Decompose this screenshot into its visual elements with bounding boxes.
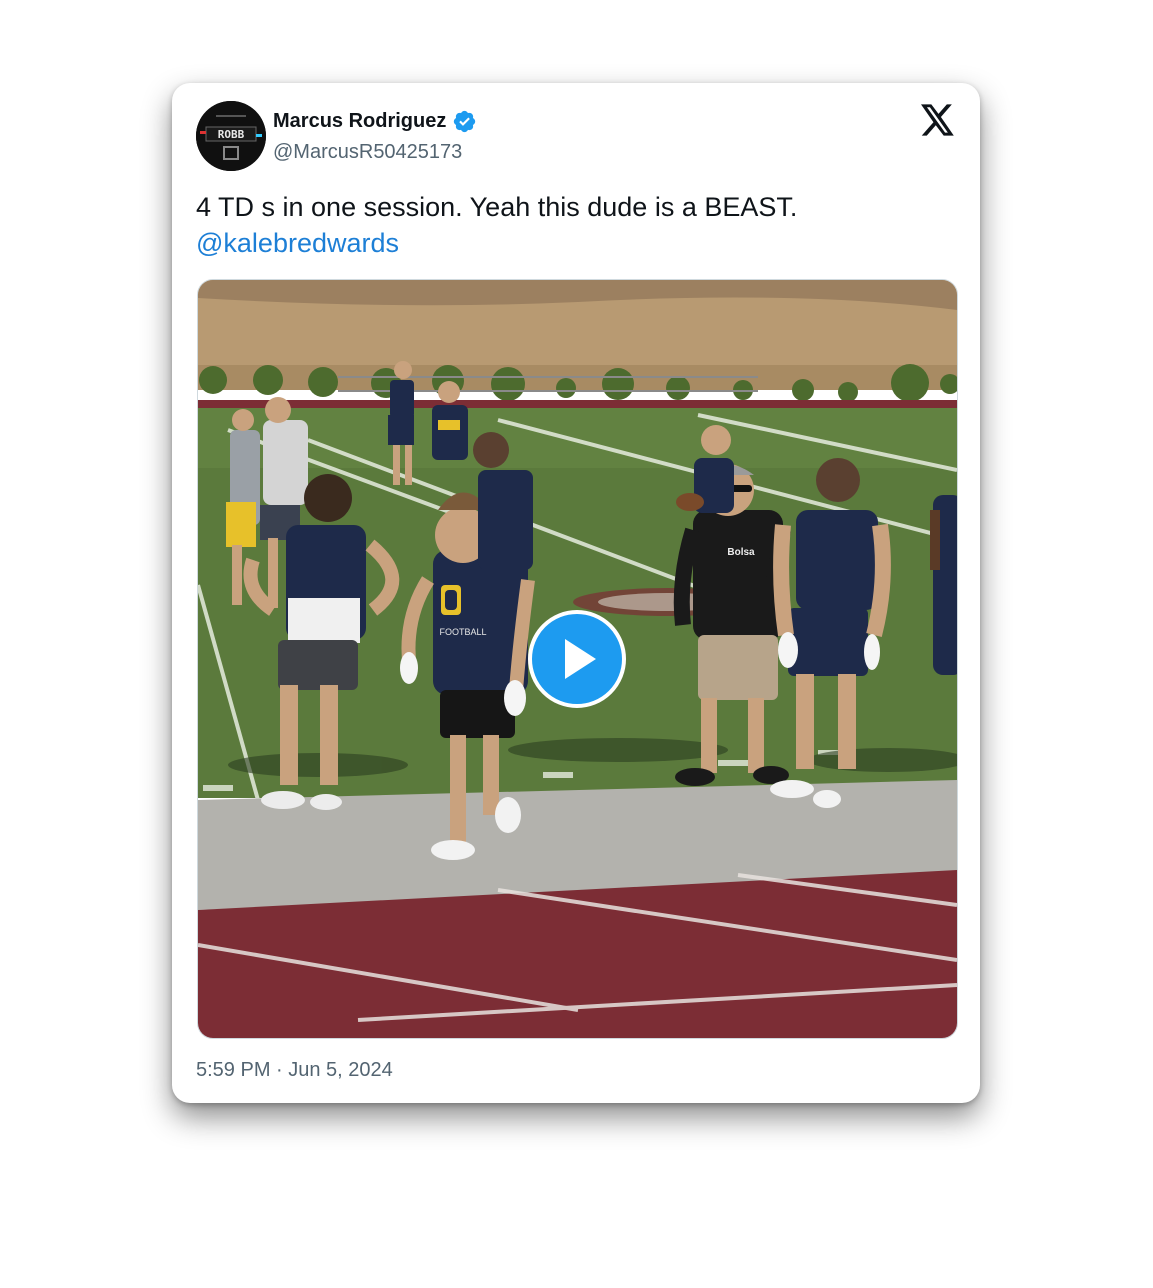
play-icon <box>565 639 596 679</box>
avatar-image: ROBB <box>196 101 266 171</box>
author-avatar[interactable]: ROBB <box>196 101 266 171</box>
tweet-body: 4 TD s in one session. Yeah this dude is… <box>196 189 956 261</box>
mention-link[interactable]: @kalebredwards <box>196 225 956 261</box>
coach-shirt-text: Bolsa <box>727 547 755 558</box>
tweet-text: 4 TD s in one session. Yeah this dude is… <box>196 192 798 222</box>
avatar-text: ROBB <box>218 128 245 141</box>
player-shirt-text: FOOTBALL <box>439 627 486 637</box>
author-handle[interactable]: @MarcusR50425173 <box>273 141 462 164</box>
x-logo-icon[interactable] <box>921 104 955 136</box>
tweet-timestamp[interactable]: 5:59 PM · Jun 5, 2024 <box>196 1059 393 1082</box>
verified-badge-icon <box>454 110 476 133</box>
author-display-name[interactable]: Marcus Rodriguez <box>273 110 446 133</box>
video-media[interactable]: FOOTBALL Bolsa <box>197 279 958 1039</box>
play-button[interactable] <box>528 610 626 708</box>
author-name-row: Marcus Rodriguez <box>273 109 477 134</box>
tweet-card[interactable]: ROBB Marcus Rodriguez @MarcusR50425173 4… <box>172 83 980 1103</box>
